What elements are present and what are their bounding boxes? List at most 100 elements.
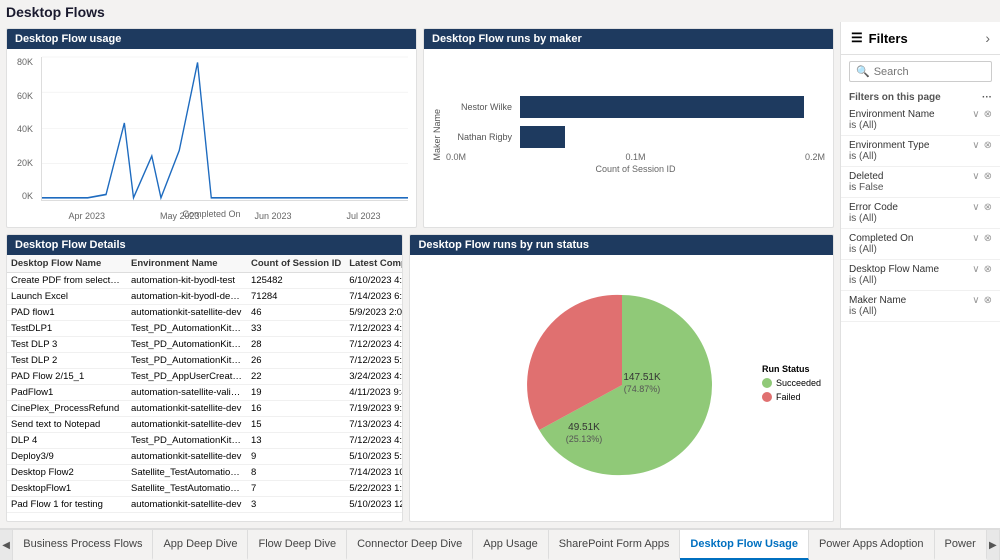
filter-expand-icon[interactable]: ∨ — [972, 109, 979, 120]
filter-expand-icon[interactable]: ∨ — [972, 202, 979, 213]
table-cell: automation-satellite-validation — [127, 385, 247, 401]
filter-clear-icon[interactable]: ⊗ — [984, 233, 992, 244]
tab-power-apps-adoption[interactable]: Power Apps Adoption — [809, 530, 935, 560]
filter-item[interactable]: Deleted ∨ ⊗ is False — [841, 167, 1000, 198]
usage-chart-body: 80K 60K 40K 20K 0K — [7, 49, 416, 221]
tab-app-deep-dive[interactable]: App Deep Dive — [153, 530, 248, 560]
filter-expand-icon[interactable]: ∨ — [972, 295, 979, 306]
filter-actions: ∨ ⊗ — [972, 140, 992, 151]
filter-clear-icon[interactable]: ⊗ — [984, 171, 992, 182]
filter-expand-icon[interactable]: ∨ — [972, 140, 979, 151]
tab-sharepoint-form-apps[interactable]: SharePoint Form Apps — [549, 530, 681, 560]
table-cell: Test_PD_AutomationKit_Satellite — [127, 337, 247, 353]
table-cell: 7/14/2023 6:09:13 PM — [345, 289, 402, 305]
filter-clear-icon[interactable]: ⊗ — [984, 140, 992, 151]
table-row: PadFlow1automation-satellite-validation1… — [7, 385, 402, 401]
filter-clear-icon[interactable]: ⊗ — [984, 202, 992, 213]
table-cell: Launch Excel — [7, 289, 127, 305]
maker-bar-2 — [520, 126, 565, 148]
filter-name: Error Code ∨ ⊗ — [849, 202, 992, 213]
filters-search-input[interactable] — [874, 66, 985, 78]
pie-svg: 147.51K (74.87%) 49.51K (25.13%) — [522, 285, 722, 485]
table-cell: Deploy3/9 — [7, 449, 127, 465]
table-row: Send text to Notepadautomationkit-satell… — [7, 417, 402, 433]
tabs-container: Business Process FlowsApp Deep DiveFlow … — [13, 530, 986, 560]
table-row: Test DLP 3Test_PD_AutomationKit_Satellit… — [7, 337, 402, 353]
table-row: DesktopFlow1Satellite_TestAutomationKIT7… — [7, 481, 402, 497]
col-header-env: Environment Name — [127, 255, 247, 273]
filter-value: is (All) — [849, 244, 992, 255]
filters-search-box[interactable]: 🔍 — [849, 61, 992, 82]
filter-item[interactable]: Environment Name ∨ ⊗ is (All) — [841, 105, 1000, 136]
filter-name: Desktop Flow Name ∨ ⊗ — [849, 264, 992, 275]
maker-bar-1 — [520, 96, 804, 118]
table-cell: 7/12/2023 5:21:34 AM — [345, 353, 402, 369]
table-cell: 7/14/2023 10:30:24 AM — [345, 465, 402, 481]
tab-app-usage[interactable]: App Usage — [473, 530, 548, 560]
col-header-name: Desktop Flow Name — [7, 255, 127, 273]
filter-expand-icon[interactable]: ∨ — [972, 171, 979, 182]
table-cell: automationkit-satellite-dev — [127, 449, 247, 465]
table-row: TestDLP1Test_PD_AutomationKit_Satellite3… — [7, 321, 402, 337]
maker-x-label: Count of Session ID — [446, 164, 825, 174]
table-row: PAD Flow 2/15_1Test_PD_AppUserCreation22… — [7, 369, 402, 385]
maker-chart-title: Desktop Flow runs by maker — [424, 29, 833, 49]
table-cell: DesktopFlow1 — [7, 481, 127, 497]
table-cell: Satellite_TestAutomationKIT — [127, 481, 247, 497]
tab-business-process-flows[interactable]: Business Process Flows — [13, 530, 153, 560]
filter-name: Environment Name ∨ ⊗ — [849, 109, 992, 120]
table-wrapper[interactable]: Desktop Flow Name Environment Name Count… — [7, 255, 402, 515]
filter-name: Completed On ∨ ⊗ — [849, 233, 992, 244]
table-cell: 5/10/2023 12:10:50 PM — [345, 497, 402, 513]
filter-item[interactable]: Error Code ∨ ⊗ is (All) — [841, 198, 1000, 229]
tab-nav-left[interactable]: ◀ — [0, 530, 13, 560]
tab-flow-deep-dive[interactable]: Flow Deep Dive — [248, 530, 347, 560]
table-row: Pad Flow 1 for testingautomationkit-sate… — [7, 497, 402, 513]
table-cell: Test DLP 3 — [7, 337, 127, 353]
table-cell: Desktop Flow2 — [7, 465, 127, 481]
tab-connector-deep-dive[interactable]: Connector Deep Dive — [347, 530, 473, 560]
filter-clear-icon[interactable]: ⊗ — [984, 109, 992, 120]
legend-failed: Failed — [762, 392, 821, 402]
filter-value: is (All) — [849, 213, 992, 224]
table-cell: Satellite_TestAutomationKIT — [127, 465, 247, 481]
table-cell: Test_PD_AutomationKit_Satellite — [127, 353, 247, 369]
filters-close-button[interactable]: › — [985, 30, 990, 46]
tab-desktop-flow-usage[interactable]: Desktop Flow Usage — [680, 530, 809, 560]
col-header-date: Latest Completed On — [345, 255, 402, 273]
filter-value: is (All) — [849, 151, 992, 162]
failed-pct: (25.13%) — [565, 434, 602, 444]
filter-item[interactable]: Completed On ∨ ⊗ is (All) — [841, 229, 1000, 260]
table-cell: 3/24/2023 4:59:15 AM — [345, 369, 402, 385]
filter-expand-icon[interactable]: ∨ — [972, 264, 979, 275]
tab-nav-right[interactable]: ▶ — [987, 530, 1000, 560]
maker-chart-body: Maker Name Nestor Wilke Nathan Rigby — [424, 49, 833, 221]
table-cell: 125482 — [247, 273, 345, 289]
table-cell: 33 — [247, 321, 345, 337]
filter-clear-icon[interactable]: ⊗ — [984, 295, 992, 306]
maker-bar-row: Nathan Rigby — [446, 126, 825, 148]
bottom-tabs: ◀ Business Process FlowsApp Deep DiveFlo… — [0, 528, 1000, 560]
tab-power[interactable]: Power — [935, 530, 987, 560]
table-cell: automation-kit-byodl-test — [127, 273, 247, 289]
filter-item[interactable]: Desktop Flow Name ∨ ⊗ is (All) — [841, 260, 1000, 291]
filter-name: Deleted ∨ ⊗ — [849, 171, 992, 182]
filter-item[interactable]: Maker Name ∨ ⊗ is (All) — [841, 291, 1000, 322]
filter-expand-icon[interactable]: ∨ — [972, 233, 979, 244]
filter-value: is False — [849, 182, 992, 193]
table-row: DLP 4Test_PD_AutomationKit_Satellite137/… — [7, 433, 402, 449]
succeeded-legend-label: Succeeded — [776, 378, 821, 388]
filter-clear-icon[interactable]: ⊗ — [984, 264, 992, 275]
table-cell: 7 — [247, 481, 345, 497]
filter-actions: ∨ ⊗ — [972, 171, 992, 182]
succeeded-dot — [762, 378, 772, 388]
table-cell: 15 — [247, 417, 345, 433]
pie-area: 147.51K (74.87%) 49.51K (25.13%) Run Sta… — [410, 255, 833, 515]
table-cell: 26 — [247, 353, 345, 369]
pie-legend: Run Status Succeeded Failed — [762, 364, 821, 406]
table-cell: 6/10/2023 4:30:16 AM — [345, 273, 402, 289]
filter-item[interactable]: Environment Type ∨ ⊗ is (All) — [841, 136, 1000, 167]
section-more-icon: ··· — [982, 92, 992, 103]
table-cell: 19 — [247, 385, 345, 401]
table-card: Desktop Flow Details Desktop Flow Name E… — [6, 234, 403, 522]
